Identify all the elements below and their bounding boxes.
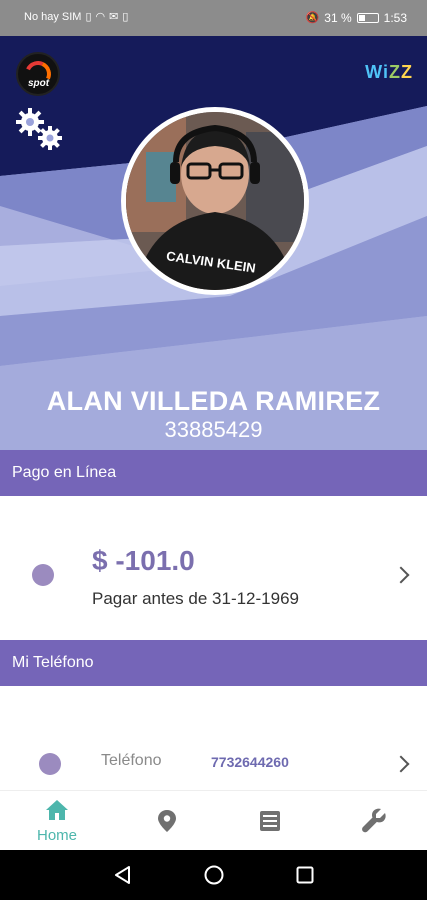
nav-settings[interactable]: [321, 791, 427, 851]
avatar-photo: CALVIN KLEIN: [126, 112, 304, 290]
profile-avatar[interactable]: CALVIN KLEIN: [121, 107, 309, 295]
phone-section-header: Mi Teléfono: [0, 640, 427, 686]
sim-icon: ▯: [85, 11, 92, 23]
list-icon: [260, 811, 280, 831]
notification-icon: ▯: [122, 11, 129, 23]
phone-status-dot: [39, 753, 61, 775]
home-icon: [46, 800, 68, 820]
account-number: 33885429: [164, 417, 263, 442]
payment-amount: $ -101.0: [92, 545, 195, 576]
wifi-icon: ◠: [95, 11, 106, 23]
status-right: 🔕 31 % 1:53: [306, 11, 407, 25]
profile-header: spot WiZZ CALVIN KLEIN ALAN VILLEDA RAMI…: [0, 36, 427, 450]
wizz-logo: WiZZ: [365, 62, 413, 82]
location-pin-icon: [158, 810, 176, 832]
carrier-text: No hay SIM: [24, 11, 82, 23]
mute-icon: 🔕: [305, 12, 320, 24]
clock: 1:53: [383, 11, 407, 25]
recents-icon[interactable]: [295, 865, 315, 885]
phone-number: 7732644260: [211, 754, 289, 770]
user-name: ALAN VILLEDA RAMIREZ: [46, 386, 381, 416]
status-left: No hay SIM ▯ ◠ ✉ ▯: [24, 11, 128, 23]
phone-card[interactable]: [0, 686, 427, 790]
payment-card[interactable]: [0, 496, 427, 640]
back-icon[interactable]: [113, 865, 133, 885]
spot-logo: spot: [16, 52, 60, 96]
payment-section-header: Pago en Línea: [0, 450, 427, 496]
bottom-navigation: Home: [0, 790, 427, 850]
mail-icon: ✉: [109, 11, 119, 23]
nav-list[interactable]: [217, 791, 323, 851]
battery-icon: [356, 13, 379, 23]
nav-home[interactable]: Home: [4, 791, 110, 851]
wrench-icon: [362, 808, 386, 833]
payment-due-date: Pagar antes de 31-12-1969: [92, 589, 299, 608]
settings-gear-icon[interactable]: [14, 106, 64, 152]
status-bar: No hay SIM ▯ ◠ ✉ ▯ 🔕 31 % 1:53: [0, 0, 427, 36]
nav-location[interactable]: [113, 791, 219, 851]
battery-percent: 31 %: [324, 11, 352, 25]
system-navigation-bar: [0, 850, 427, 900]
home-circle-icon[interactable]: [203, 864, 225, 886]
payment-status-dot: [32, 564, 54, 586]
nav-home-label: Home: [36, 827, 77, 844]
phone-label: Teléfono: [101, 752, 162, 769]
